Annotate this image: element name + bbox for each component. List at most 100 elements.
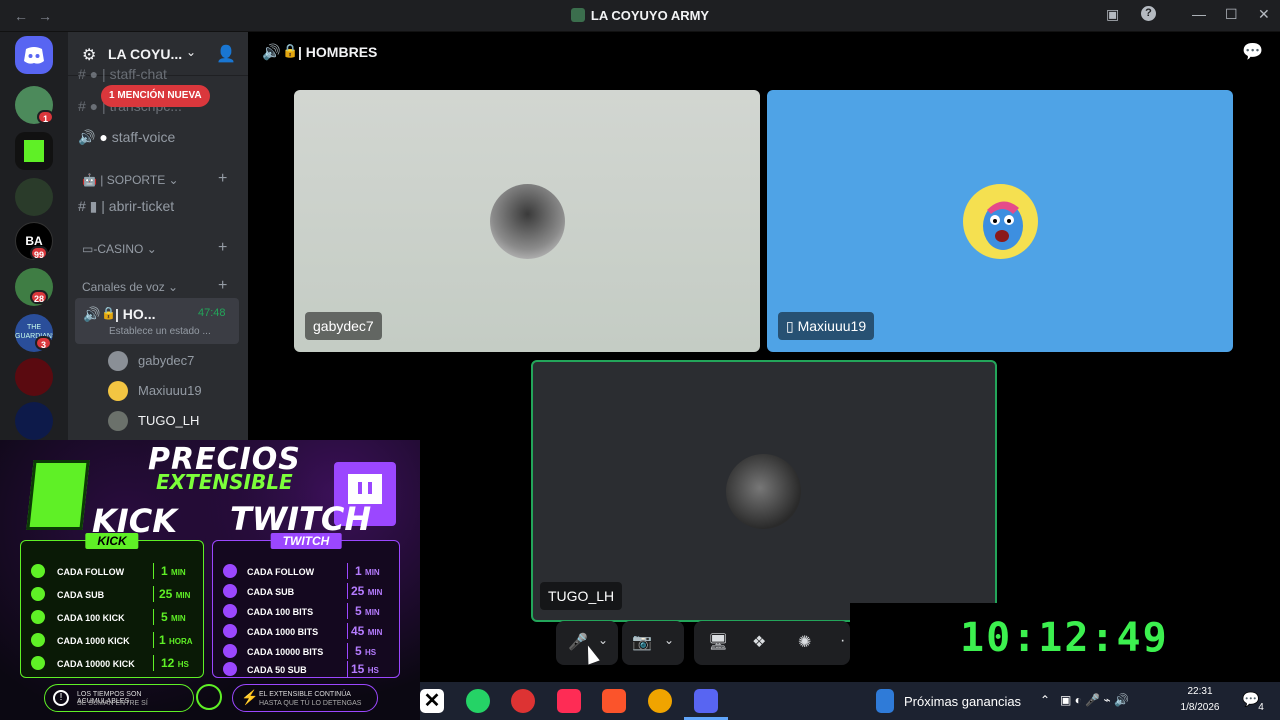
divider — [347, 603, 348, 619]
help-icon[interactable]: ? — [1141, 6, 1156, 21]
discord-home-icon[interactable] — [15, 36, 53, 74]
whatsapp-app-icon[interactable] — [466, 689, 490, 713]
lock-icon: 🔒 — [282, 43, 299, 58]
divider — [153, 655, 154, 671]
channel-staff-voice[interactable]: 🔊 ● staff-voice — [78, 129, 175, 146]
kick-price-panel: KICK CADA FOLLOW 1 MIN CADA SUB 25 MIN CAD… — [20, 533, 204, 678]
footer-accumulable: ! LOS TIEMPOS SON ACUMULABLES SE SUMAN E… — [44, 684, 194, 712]
row-value: 25 MIN — [159, 587, 190, 601]
voice-channel-hombres[interactable]: 🔊 🔒 | HO... 47:48 Establece un estado ..… — [75, 298, 239, 344]
row-value: 12 HS — [161, 656, 189, 670]
maximize-button[interactable]: ☐ — [1225, 6, 1238, 23]
camera-off-icon[interactable]: 📷 — [632, 632, 652, 652]
chat-bubble-icon[interactable]: 💬 — [1242, 42, 1263, 62]
add-channel-icon[interactable]: + — [218, 239, 227, 257]
row-value: 1 MIN — [355, 564, 380, 578]
chevron-down-icon[interactable]: ⌄ — [664, 633, 674, 647]
kick-server-icon[interactable] — [15, 132, 53, 170]
value-unit: HS — [365, 648, 377, 657]
channel-label: staff-voice — [111, 129, 176, 145]
tray-time[interactable]: 22:31 — [1172, 686, 1228, 697]
row-value: 1 HORA — [159, 633, 193, 647]
server-icon-8[interactable] — [15, 402, 53, 440]
video-tile-maxiuuu19[interactable]: ▯ Maxiuuu19 — [767, 90, 1233, 352]
tray-date[interactable]: 1/8/2026 — [1172, 702, 1228, 713]
bits-icon — [223, 644, 237, 658]
tray-chevron-icon[interactable]: ⌃ — [1040, 693, 1050, 707]
value-number: 5 — [355, 644, 362, 658]
voice-timer: 47:48 — [198, 307, 226, 319]
window-title: LA COYUYO ARMY — [0, 8, 1280, 23]
soundboard-icon[interactable]: ✺ — [798, 632, 811, 652]
invite-user-icon[interactable]: 👤 — [216, 44, 236, 64]
info-icon: ! — [53, 690, 69, 706]
server-icon — [570, 8, 585, 22]
tray-icons[interactable]: ▣ ◐ 🎤 ⌁ 🔊 — [1060, 693, 1129, 707]
server-icon-7[interactable] — [15, 358, 53, 396]
video-tile-gabydec7[interactable]: gabydec7 — [294, 90, 760, 352]
row-label: CADA 100 BITS — [247, 607, 314, 617]
tile-name-label: gabydec7 — [305, 312, 382, 340]
new-mention-pill[interactable]: 1 MENCIÓN NUEVA — [101, 85, 210, 107]
xbox-app-icon[interactable]: ✕ — [420, 689, 444, 713]
channel-abrir-ticket[interactable]: # ▮ | abrir-ticket — [78, 198, 174, 215]
video-tile-tugo-lh[interactable]: TUGO_LH — [531, 360, 997, 622]
set-status-text[interactable]: Establece un estado ... — [109, 326, 211, 337]
obs-app-icon[interactable] — [511, 689, 535, 713]
kick-row: CADA SUB 25 MIN — [21, 584, 203, 606]
brave-app-icon[interactable] — [602, 689, 626, 713]
lightning-icon: ⚡ — [241, 689, 259, 705]
minimize-button[interactable]: — — [1192, 6, 1206, 22]
coin-app-icon[interactable] — [648, 689, 672, 713]
category-voice[interactable]: Canales de voz ⌄ — [82, 280, 178, 294]
server-badge-ba: 99 — [30, 246, 49, 260]
heart-icon — [223, 564, 237, 578]
tile-name-label: TUGO_LH — [540, 582, 623, 610]
channel-staff-chat[interactable]: # ● | staff-chat — [78, 66, 167, 82]
title-bar: ← → LA COYUYO ARMY ▣ ? — ☐ ✕ — [0, 0, 1280, 32]
add-channel-icon[interactable]: + — [218, 170, 227, 188]
row-label: CADA 50 SUB — [247, 665, 307, 675]
activities-icon[interactable]: ❖ — [752, 632, 766, 652]
widgets-icon[interactable] — [876, 689, 894, 713]
twitch-row: CADA 50 SUB 15 HS — [213, 659, 399, 681]
value-number: 15 — [351, 662, 365, 676]
inbox-icon[interactable]: ▣ — [1106, 6, 1119, 23]
kick-row: CADA 1000 KICK 1 HORA — [21, 630, 203, 652]
chevron-down-icon[interactable]: ⌄ — [598, 633, 608, 647]
divider — [153, 563, 154, 579]
footer-text: EL EXTENSIBLE CONTINÚA — [259, 691, 351, 698]
row-label: CADA FOLLOW — [57, 567, 125, 577]
row-value: 25 MIN — [351, 584, 382, 598]
category-soporte[interactable]: 🤖 | SOPORTE ⌄ — [82, 173, 179, 187]
chevron-down-icon: ⌄ — [186, 45, 197, 59]
more-options-icon[interactable]: · — [840, 632, 845, 650]
windows-taskbar: ✕ Próximas ganancias ⌃ ▣ ◐ 🎤 ⌁ 🔊 22:31 1… — [420, 682, 1280, 720]
server-icon-3[interactable] — [15, 178, 53, 216]
value-number: 5 — [161, 610, 168, 624]
value-unit: HORA — [169, 637, 193, 646]
row-label: CADA 1000 BITS — [247, 627, 319, 637]
value-number: 1 — [159, 633, 166, 647]
close-button[interactable]: ✕ — [1258, 6, 1270, 23]
value-unit: HS — [367, 666, 379, 675]
divider — [347, 563, 348, 579]
add-channel-icon[interactable]: + — [218, 277, 227, 295]
guild-name: LA COYU... — [108, 46, 183, 62]
kick-panel-header: KICK — [85, 533, 139, 549]
row-value: 5 MIN — [355, 604, 380, 618]
avatar — [726, 454, 801, 529]
window-title-text: LA COYUYO ARMY — [590, 8, 710, 23]
divider — [347, 661, 348, 677]
server-badge-guardians: 3 — [35, 336, 52, 350]
lock-icon: 🔒 — [101, 306, 116, 320]
tiktok-app-icon[interactable] — [557, 689, 581, 713]
row-label: CADA 100 KICK — [57, 613, 125, 623]
category-casino[interactable]: ▭-CASINO ⌄ — [82, 242, 157, 256]
widget-text[interactable]: Próximas ganancias — [904, 694, 1021, 709]
discord-app-icon[interactable] — [694, 689, 718, 713]
dot-icon: ● — [99, 129, 108, 145]
star-icon — [223, 584, 237, 598]
row-value: 45 MIN — [351, 624, 382, 638]
screen-share-icon[interactable]: 🖥 — [708, 632, 728, 652]
